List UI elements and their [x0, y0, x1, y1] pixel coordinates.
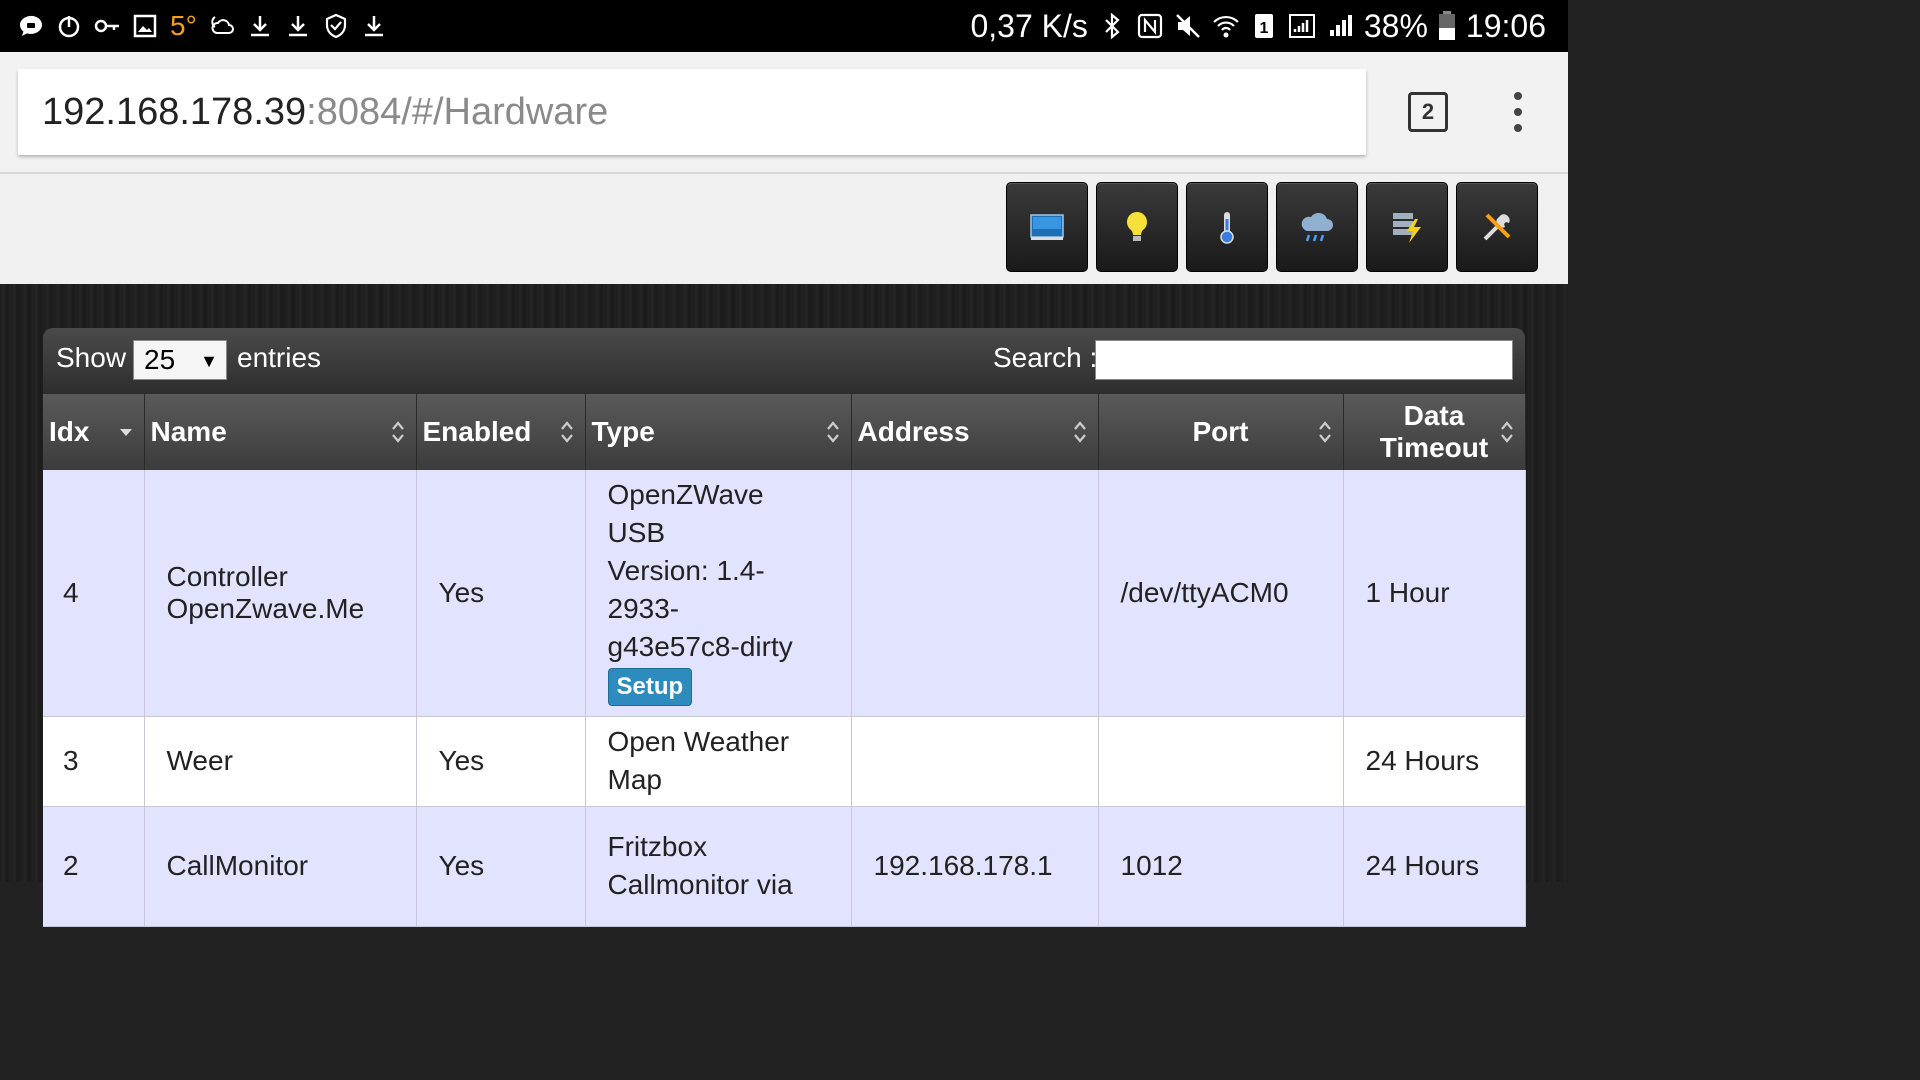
url-path: :8084/#/Hardware [306, 90, 609, 133]
cell-enabled: Yes [416, 470, 586, 717]
temperature-button[interactable] [1186, 182, 1268, 272]
app-toolbar [0, 174, 1568, 284]
hardware-table-panel: Show 25 ▼ entries Search : Idx Name Enab… [43, 328, 1526, 927]
setup-tools-button[interactable] [1456, 182, 1538, 272]
cell-address: 192.168.178.1 [851, 806, 1099, 927]
browser-menu-button[interactable] [1506, 92, 1530, 132]
sort-icon [1317, 419, 1333, 445]
address-bar[interactable]: 192.168.178.39:8084/#/Hardware [18, 69, 1366, 155]
column-header-enabled[interactable]: Enabled [416, 394, 586, 470]
shield-icon [323, 13, 349, 39]
nfc-icon [1137, 13, 1162, 39]
hardware-table: Idx Name Enabled Type Address Port Data … [43, 394, 1526, 927]
cell-type: Open Weather Map [585, 716, 852, 807]
column-header-idx[interactable]: Idx [43, 394, 145, 470]
cell-type: OpenZWave USB Version: 1.4- 2933- g43e57… [585, 470, 852, 717]
network-speed: 0,37 K/s [970, 7, 1088, 44]
download-icon [285, 13, 311, 39]
download-icon [361, 13, 387, 39]
temperature-text: 5° [170, 10, 197, 41]
show-label: Show [56, 342, 127, 373]
cell-idx: 3 [43, 716, 145, 807]
url-host: 192.168.178.39 [42, 90, 307, 133]
cell-enabled: Yes [416, 716, 586, 807]
search-input[interactable] [1095, 340, 1513, 380]
menu-dot-icon [1514, 108, 1522, 116]
dashboard-icon [1030, 214, 1064, 240]
sort-icon [825, 419, 841, 445]
sort-icon [1499, 419, 1515, 445]
notification-icons: 5° [18, 8, 387, 44]
cell-address [851, 716, 1099, 807]
browser-toolbar: 192.168.178.39:8084/#/Hardware 2 [0, 52, 1568, 174]
entries-label: entries [237, 342, 322, 373]
status-bar: 5° 0,37 K/s 1 38% 19:06 [0, 0, 1568, 52]
chat-icon [18, 13, 44, 39]
cell-data-timeout: 1 Hour [1343, 470, 1526, 717]
cell-name: CallMonitor [144, 806, 417, 927]
download-icon [247, 13, 273, 39]
battery-icon [1438, 11, 1455, 40]
wifi-icon [1213, 15, 1239, 38]
svg-text:1: 1 [1259, 20, 1268, 37]
utility-button[interactable] [1366, 182, 1448, 272]
column-header-data-timeout[interactable]: Data Timeout [1343, 394, 1526, 470]
switches-button[interactable] [1096, 182, 1178, 272]
search-label: Search : [993, 342, 1098, 373]
cell-name: Controller OpenZwave.Me [144, 470, 417, 717]
sort-icon [1072, 419, 1088, 445]
table-row[interactable]: 2 CallMonitor Yes Fritzbox Callmonitor v… [43, 806, 1526, 927]
dashboard-button[interactable] [1006, 182, 1088, 272]
dropdown-arrow-icon: ▼ [200, 351, 218, 371]
weather-icon [209, 13, 235, 39]
cell-signal-icon [1329, 15, 1352, 36]
cell-idx: 4 [43, 470, 145, 717]
cell-name: Weer [144, 716, 417, 807]
tools-icon [1483, 213, 1511, 241]
utility-icon [1393, 213, 1421, 243]
weather-rain-icon [1301, 212, 1333, 242]
cell-data-timeout: 24 Hours [1343, 806, 1526, 927]
light-bulb-icon [1127, 212, 1147, 241]
column-header-type[interactable]: Type [585, 394, 852, 470]
cell-port [1098, 716, 1344, 807]
setup-button[interactable]: Setup [607, 667, 693, 706]
table-row[interactable]: 3 Weer Yes Open Weather Map 24 Hours [43, 716, 1526, 807]
cell-data-timeout: 24 Hours [1343, 716, 1526, 807]
cell-port: /dev/ttyACM0 [1098, 470, 1344, 717]
sort-desc-icon [118, 419, 134, 445]
menu-dot-icon [1514, 124, 1522, 132]
image-icon [132, 13, 158, 39]
table-row[interactable]: 4 Controller OpenZwave.Me Yes OpenZWave … [43, 470, 1526, 717]
cell-port: 1012 [1098, 806, 1344, 927]
signal-box-icon [1288, 14, 1315, 38]
clock: 19:06 [1465, 7, 1546, 44]
thermometer-icon [1220, 212, 1234, 244]
cell-idx: 2 [43, 806, 145, 927]
battery-percentage: 38% [1363, 7, 1428, 44]
key-icon [94, 13, 120, 39]
sim-icon: 1 [1254, 14, 1273, 38]
column-header-name[interactable]: Name [144, 394, 417, 470]
sort-icon [559, 419, 575, 445]
page-size-select[interactable]: 25 ▼ [133, 340, 227, 380]
page-size-value: 25 [144, 344, 176, 375]
mute-icon [1175, 14, 1200, 38]
bluetooth-icon [1105, 12, 1120, 40]
menu-dot-icon [1514, 92, 1522, 100]
column-header-port[interactable]: Port [1098, 394, 1344, 470]
sort-icon [390, 419, 406, 445]
cell-address [851, 470, 1099, 717]
table-header-row: Idx Name Enabled Type Address Port Data … [43, 394, 1526, 470]
system-indicators: 0,37 K/s 1 38% 19:06 [970, 8, 1546, 44]
tab-switcher-button[interactable]: 2 [1408, 92, 1448, 132]
cell-type: Fritzbox Callmonitor via [585, 806, 852, 927]
cell-enabled: Yes [416, 806, 586, 927]
weather-button[interactable] [1276, 182, 1358, 272]
column-header-address[interactable]: Address [851, 394, 1099, 470]
main-content: Show 25 ▼ entries Search : Idx Name Enab… [0, 284, 1568, 927]
table-controls: Show 25 ▼ entries Search : [43, 328, 1525, 394]
power-icon [56, 13, 82, 39]
